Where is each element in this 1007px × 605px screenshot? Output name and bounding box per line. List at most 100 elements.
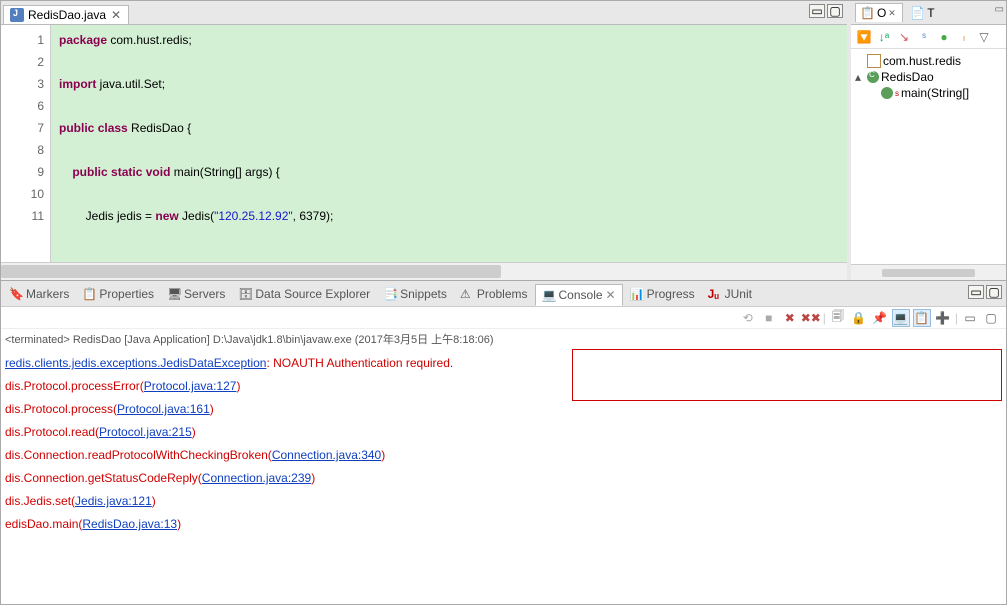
stack-frame: edisDao.main( [5, 517, 82, 531]
maximize-console-icon[interactable]: ▢ [982, 309, 1000, 327]
editor-tab-title: RedisDao.java [28, 8, 106, 22]
outline-icon: 📋 [860, 6, 875, 20]
open-console-icon[interactable]: 📋 [913, 309, 931, 327]
properties-icon: 📋 [82, 287, 96, 301]
hide-fields-icon[interactable]: ↘ [895, 28, 913, 46]
pin-console-icon[interactable]: 📌 [871, 309, 889, 327]
source-link[interactable]: Connection.java:239 [202, 471, 311, 485]
close-outline-icon[interactable]: ✕ [888, 8, 898, 18]
tree-label: main(String[] [901, 86, 969, 100]
outline-menu-icon[interactable]: ▭ [995, 4, 1004, 15]
new-console-icon[interactable]: ➕ [934, 309, 952, 327]
focus-icon[interactable]: 🔽 [855, 28, 873, 46]
view-menu-icon[interactable]: ▽ [975, 28, 993, 46]
outline-tab-label: O [877, 6, 886, 20]
maximize-views-icon[interactable]: ▢ [986, 285, 1002, 299]
code-editor[interactable]: 12367891011 package com.hust.redis; impo… [1, 25, 847, 262]
view-label: Console [559, 288, 603, 302]
source-link[interactable]: RedisDao.java:13 [82, 517, 177, 531]
stack-frame: dis.Protocol.processError( [5, 379, 144, 393]
java-file-icon [10, 8, 24, 22]
tree-label: com.hust.redis [883, 54, 961, 68]
tree-class-node[interactable]: ▴ RedisDao [855, 69, 1002, 85]
junit-icon: Jᵤ [708, 287, 722, 301]
close-tab-icon[interactable]: ✕ [110, 9, 122, 21]
problems-icon: ⚠ [460, 287, 474, 301]
servers-icon: 🖥 [167, 287, 181, 301]
minimize-console-icon[interactable]: ▭ [961, 309, 979, 327]
minimize-editor-icon[interactable]: ▭ [809, 4, 825, 18]
maximize-editor-icon[interactable]: ▢ [827, 4, 843, 18]
terminate-icon[interactable]: ■ [760, 309, 778, 327]
line-number-gutter: 12367891011 [1, 25, 51, 262]
view-label: JUnit [725, 287, 752, 301]
package-icon [867, 54, 881, 68]
hide-nonpublic-icon[interactable]: ● [935, 28, 953, 46]
stack-frame: dis.Protocol.process( [5, 402, 117, 416]
exception-link[interactable]: redis.clients.jedis.exceptions.JedisData… [5, 356, 266, 370]
display-selected-icon[interactable]: 💻 [892, 309, 910, 327]
console-header: <terminated> RedisDao [Java Application]… [1, 329, 1006, 349]
exception-message: : NOAUTH Authentication required. [266, 356, 453, 370]
stack-frame: dis.Connection.getStatusCodeReply( [5, 471, 202, 485]
outline-horizontal-scrollbar[interactable] [851, 264, 1006, 280]
view-label: Markers [26, 287, 69, 301]
outline-tab-active[interactable]: 📋 O ✕ [855, 3, 903, 22]
views-tab-bar: 🔖Markers 📋Properties 🖥Servers 🗄Data Sour… [1, 281, 1006, 307]
code-content[interactable]: package com.hust.redis; import java.util… [51, 25, 847, 262]
view-tab-markers[interactable]: 🔖Markers [3, 284, 75, 304]
bottom-panel: 🔖Markers 📋Properties 🖥Servers 🗄Data Sour… [1, 281, 1006, 604]
console-icon: 💻 [542, 288, 556, 302]
stack-frame: dis.Connection.readProtocolWithCheckingB… [5, 448, 272, 462]
close-view-icon[interactable]: ✕ [606, 288, 616, 302]
hide-local-icon[interactable]: ₗ [955, 28, 973, 46]
view-label: Data Source Explorer [255, 287, 370, 301]
source-link[interactable]: Jedis.java:121 [75, 494, 152, 508]
source-link[interactable]: Protocol.java:161 [117, 402, 210, 416]
tree-label: RedisDao [881, 70, 934, 84]
view-tab-datasource[interactable]: 🗄Data Source Explorer [232, 284, 376, 304]
progress-icon: 📊 [630, 287, 644, 301]
view-label: Progress [647, 287, 695, 301]
view-tab-properties[interactable]: 📋Properties [76, 284, 160, 304]
stack-frame: dis.Jedis.set( [5, 494, 75, 508]
class-icon [867, 71, 879, 83]
annotation-highlight-box [572, 349, 1002, 401]
source-link[interactable]: Connection.java:340 [272, 448, 381, 462]
outline-tab2-label: T [927, 6, 934, 20]
method-icon [881, 87, 893, 99]
view-tab-junit[interactable]: JᵤJUnit [702, 284, 758, 304]
view-tab-problems[interactable]: ⚠Problems [454, 284, 534, 304]
source-link[interactable]: Protocol.java:127 [144, 379, 237, 393]
tree-method-node[interactable]: s main(String[] [855, 85, 1002, 101]
source-link[interactable]: Protocol.java:215 [99, 425, 192, 439]
editor-tab-redisdao[interactable]: RedisDao.java ✕ [3, 5, 129, 24]
sort-az-icon[interactable]: ↓ᵃ [875, 28, 893, 46]
outline-tab-inactive[interactable]: 📄 T [905, 3, 939, 22]
tree-package-node[interactable]: com.hust.redis [855, 53, 1002, 69]
view-tab-progress[interactable]: 📊Progress [624, 284, 701, 304]
task-list-icon: 📄 [910, 6, 925, 20]
editor-pane: RedisDao.java ✕ ▭ ▢ 12367891011 package … [1, 1, 851, 280]
view-tab-console[interactable]: 💻Console ✕ [535, 284, 623, 306]
remove-all-icon[interactable]: ✖✖ [802, 309, 820, 327]
datasource-icon: 🗄 [238, 287, 252, 301]
console-output[interactable]: redis.clients.jedis.exceptions.JedisData… [1, 349, 1006, 604]
outline-tree[interactable]: com.hust.redis ▴ RedisDao s main(String[… [851, 49, 1006, 264]
snippets-icon: 📑 [383, 287, 397, 301]
scroll-lock-icon[interactable]: 🔒 [850, 309, 868, 327]
console-toolbar: ⟲ ■ ✖ ✖✖ | 🗐 🔒 📌 💻 📋 ➕ | ▭ ▢ [1, 307, 1006, 329]
outline-tab-bar: 📋 O ✕ 📄 T ▭ [851, 1, 1006, 25]
view-tab-servers[interactable]: 🖥Servers [161, 284, 231, 304]
editor-horizontal-scrollbar[interactable] [1, 262, 847, 280]
twisty-open-icon[interactable]: ▴ [855, 70, 865, 84]
remove-launch-icon[interactable]: ✖ [781, 309, 799, 327]
markers-icon: 🔖 [9, 287, 23, 301]
minimize-views-icon[interactable]: ▭ [968, 285, 984, 299]
view-tab-snippets[interactable]: 📑Snippets [377, 284, 453, 304]
stack-frame: dis.Protocol.read( [5, 425, 99, 439]
terminate-relaunch-icon[interactable]: ⟲ [739, 309, 757, 327]
hide-static-icon[interactable]: ˢ [915, 28, 933, 46]
clear-console-icon[interactable]: 🗐 [829, 309, 847, 327]
outline-pane: 📋 O ✕ 📄 T ▭ 🔽 ↓ᵃ ↘ ˢ ● ₗ ▽ [851, 1, 1006, 280]
